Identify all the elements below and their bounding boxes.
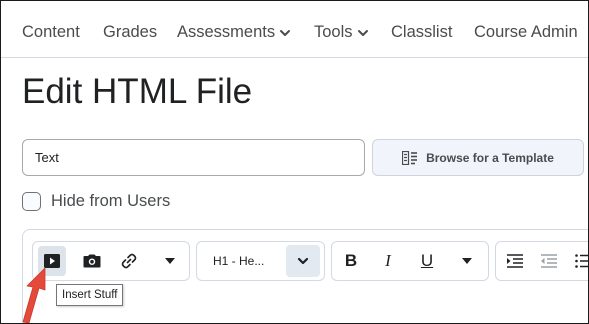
page-title: Edit HTML File bbox=[22, 72, 253, 111]
nav-item-assessments[interactable]: Assessments bbox=[177, 22, 291, 42]
nav-item-label: Assessments bbox=[177, 23, 276, 41]
insert-image-button[interactable] bbox=[79, 248, 105, 274]
app-frame: Content Grades Assessments Tools Classli… bbox=[0, 0, 589, 324]
camera-icon bbox=[83, 254, 101, 268]
italic-button[interactable]: I bbox=[375, 248, 401, 274]
template-icon bbox=[402, 150, 418, 165]
browse-template-button[interactable]: Browse for a Template bbox=[372, 139, 584, 176]
indent-button[interactable] bbox=[502, 248, 528, 274]
indent-toolbar-group bbox=[495, 241, 588, 281]
insert-more-dropdown[interactable] bbox=[157, 248, 183, 274]
caret-down-icon bbox=[462, 258, 472, 264]
underline-button[interactable]: U bbox=[414, 248, 440, 274]
format-select[interactable]: H1 - He... bbox=[196, 241, 325, 281]
hide-from-users-row[interactable]: Hide from Users bbox=[22, 190, 170, 212]
nav-item-content[interactable]: Content bbox=[22, 22, 80, 42]
list-button[interactable] bbox=[570, 248, 588, 274]
bold-button[interactable]: B bbox=[338, 248, 364, 274]
list-icon bbox=[575, 254, 588, 268]
course-navbar: Content Grades Assessments Tools Classli… bbox=[1, 1, 588, 58]
hide-from-users-label: Hide from Users bbox=[51, 191, 171, 210]
hide-from-users-checkbox[interactable] bbox=[22, 191, 41, 211]
nav-item-course-admin[interactable]: Course Admin bbox=[474, 22, 578, 42]
nav-item-label: Content bbox=[22, 23, 80, 41]
nav-item-classlist[interactable]: Classlist bbox=[391, 22, 452, 42]
indent-icon bbox=[507, 254, 523, 268]
format-select-value: H1 - He... bbox=[213, 254, 265, 268]
text-style-toolbar-group: B I U bbox=[331, 241, 489, 281]
nav-item-label: Course Admin bbox=[474, 23, 578, 41]
chevron-down-icon bbox=[357, 29, 368, 36]
format-select-toggle[interactable] bbox=[286, 245, 320, 277]
browse-template-label: Browse for a Template bbox=[426, 150, 554, 165]
title-input[interactable] bbox=[22, 139, 365, 176]
nav-item-label: Tools bbox=[314, 23, 353, 41]
insert-link-button[interactable] bbox=[116, 248, 142, 274]
link-icon bbox=[121, 253, 137, 269]
chevron-down-icon bbox=[297, 257, 309, 265]
red-arrow-annotation bbox=[22, 267, 46, 323]
insert-stuff-tooltip: Insert Stuff bbox=[56, 284, 124, 306]
chevron-down-icon bbox=[280, 29, 291, 36]
nav-item-label: Grades bbox=[103, 23, 158, 41]
caret-down-icon bbox=[165, 258, 175, 264]
text-style-more-dropdown[interactable] bbox=[454, 248, 480, 274]
outdent-icon bbox=[541, 254, 557, 268]
nav-item-label: Classlist bbox=[391, 23, 453, 41]
insert-toolbar-group bbox=[32, 241, 190, 281]
nav-item-grades[interactable]: Grades bbox=[103, 22, 157, 42]
nav-item-tools[interactable]: Tools bbox=[314, 22, 369, 42]
outdent-button[interactable] bbox=[536, 248, 562, 274]
